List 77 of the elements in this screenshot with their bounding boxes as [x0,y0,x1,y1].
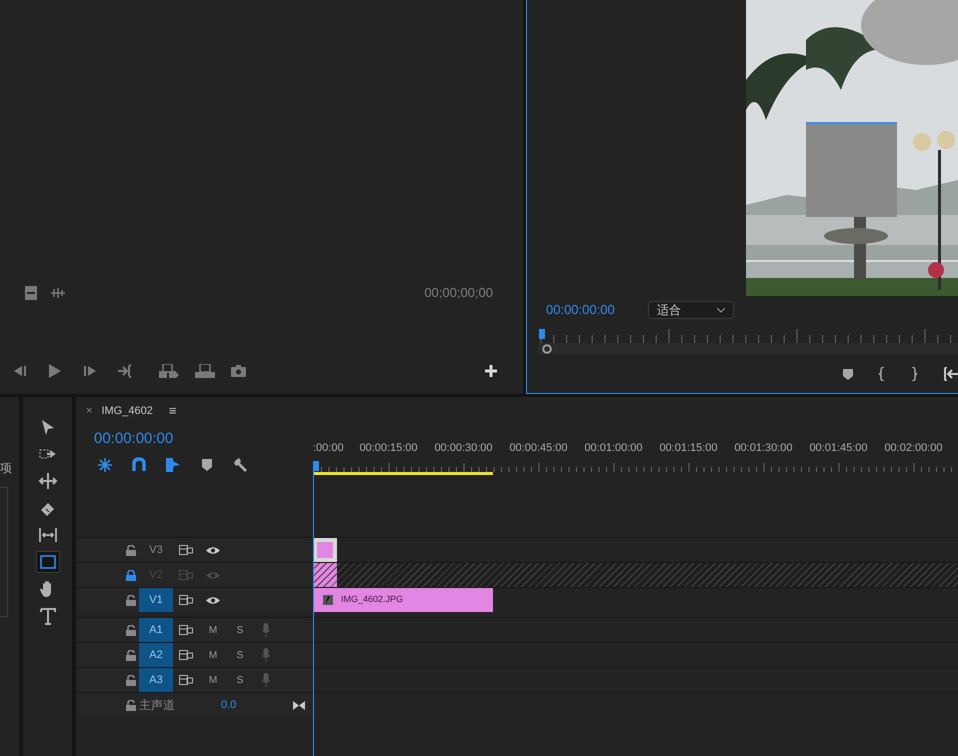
close-tab-button[interactable]: × [86,402,92,420]
graphic-clip[interactable] [313,538,337,562]
ripple-edit-icon [38,472,58,490]
sync-lock-icon[interactable] [179,625,193,635]
sync-lock-icon[interactable] [179,595,193,605]
lock-icon[interactable] [126,624,136,636]
ruler-time-label: 00:01:00:00 [583,441,644,456]
marker-icon[interactable] [199,456,215,472]
tool-button[interactable] [36,551,60,573]
add-icon[interactable] [485,365,497,377]
master-volume[interactable]: 0.0 [221,696,236,714]
insert-icon[interactable] [159,364,179,378]
snap-magnet-icon[interactable] [131,456,147,472]
track-height-icon[interactable] [293,700,305,710]
eye-icon[interactable] [206,596,220,604]
overwrite-icon[interactable] [195,364,215,378]
work-area-bar[interactable] [313,472,493,474]
chevron-down-icon [717,308,725,312]
lock-icon[interactable] [126,700,136,710]
ruler-time-label: 00:01:45:00 [808,441,869,456]
camera-icon[interactable] [231,365,246,377]
track-target-toggle[interactable]: V1 [139,588,173,612]
ruler-time-label: 00:00:15:00 [358,441,419,456]
eye-icon[interactable] [206,546,220,554]
panel-title-fragment: 项 [0,460,13,477]
track-target-toggle[interactable]: A3 [139,668,173,692]
step-back-icon[interactable] [12,365,26,377]
marker-icon[interactable] [843,368,853,380]
solo-button[interactable]: S [227,648,253,662]
lock-icon[interactable] [126,544,136,556]
lock-icon[interactable] [126,594,136,606]
ruler-time-label: 00:01:30:00 [733,441,794,456]
nest-sequence-icon[interactable] [97,456,113,472]
ruler-time-label: 00:02:00:00 [883,441,944,456]
wrench-icon[interactable] [233,456,249,472]
zoom-dropdown[interactable]: 适合 [648,301,734,319]
lock-icon[interactable] [126,650,136,660]
sync-lock-icon[interactable] [179,545,193,555]
rectangle-icon [38,552,58,572]
solo-button[interactable]: S [227,622,253,638]
locked-clip [313,563,337,587]
mark-in-icon[interactable] [879,367,885,381]
sync-lock-icon[interactable] [179,650,193,660]
solo-button[interactable]: S [227,672,253,688]
play-icon[interactable] [48,364,62,378]
ruler-time-label: 00:01:15:00 [658,441,719,456]
source-timecode: 00;00;00;00 [424,284,493,302]
panel-menu-button[interactable]: ≡ [168,401,176,421]
sequence-tab[interactable]: IMG_4602 [101,402,153,420]
mute-button[interactable]: M [199,622,227,638]
slip-icon [38,526,58,544]
sync-lock-icon[interactable] [179,675,193,685]
mute-button[interactable]: M [199,648,227,662]
timeline-timecode[interactable]: 00:00:00:00 [94,428,313,450]
scrubber-knob[interactable] [542,344,552,354]
mark-out-icon[interactable] [911,367,917,381]
type-icon [38,606,58,626]
playhead-handle[interactable] [539,329,545,339]
track-name: 主声道 [139,697,176,714]
step-forward-icon[interactable] [84,365,98,377]
film-icon[interactable] [24,285,38,301]
ruler-time-label: :00:00 [313,441,345,456]
track-target-toggle[interactable]: A2 [139,643,173,667]
program-timecode: 00:00:00:00 [546,301,616,320]
image-clip[interactable]: IMG_4602.JPG [313,588,493,612]
playhead-handle[interactable] [313,460,319,470]
ruler-time-label: 00:00:30:00 [433,441,494,456]
lock-icon[interactable] [126,674,136,686]
linked-selection-icon[interactable] [165,456,181,472]
mute-button[interactable]: M [199,672,227,688]
lock-icon[interactable] [126,570,136,580]
fx-badge-icon [323,595,333,605]
track-target-toggle[interactable]: V3 [139,538,173,562]
track-target-toggle[interactable]: A1 [139,618,173,642]
ruler-time-label: 00:00:45:00 [508,441,569,456]
waveform-icon[interactable] [50,287,66,299]
go-to-in-icon[interactable] [943,367,958,381]
